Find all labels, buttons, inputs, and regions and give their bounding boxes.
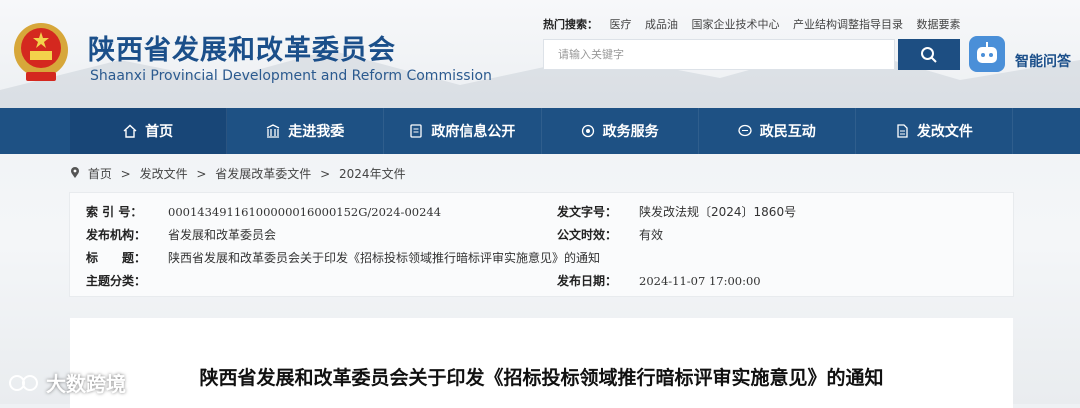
doc-number-label: 发文字号： [557, 205, 618, 219]
site-subtitle: Shaanxi Provincial Development and Refor… [90, 68, 492, 84]
hot-search: 热门搜索： 医疗 成品油 国家企业技术中心 产业结构调整指导目录 数据要素 [543, 16, 971, 32]
document-icon [410, 124, 423, 138]
site-header: 陕西省发展和改革委员会 Shaanxi Provincial Developme… [0, 0, 1080, 108]
hot-search-item[interactable]: 医疗 [610, 18, 632, 31]
assistant-button[interactable] [969, 36, 1005, 72]
publish-date-label: 发布日期： [557, 274, 618, 288]
service-icon [581, 124, 594, 138]
robot-icon [977, 42, 997, 63]
nav-item-documents[interactable]: 发改文件 [856, 108, 1014, 154]
document-body: 陕西省发展和改革委员会关于印发《招标投标领域推行暗标评审实施意见》的通知 [70, 318, 1013, 408]
document-title: 陕西省发展和改革委员会关于印发《招标投标领域推行暗标评审实施意见》的通知 [199, 367, 884, 389]
index-label: 索 引 号： [86, 205, 143, 219]
watermark: 大数跨境 [8, 368, 126, 397]
publish-date-value: 2024-11-07 17:00:00 [639, 274, 761, 288]
location-pin-icon [71, 167, 79, 178]
hot-search-item[interactable]: 国家企业技术中心 [692, 18, 780, 31]
breadcrumb-separator: > [120, 167, 131, 181]
breadcrumb-separator: > [320, 167, 331, 181]
breadcrumb-separator: > [196, 167, 207, 181]
hot-search-item[interactable]: 成品油 [645, 18, 678, 31]
nav-item-label: 政府信息公开 [431, 124, 516, 140]
nav-item-label: 政民互动 [759, 124, 816, 140]
nav-item-interaction[interactable]: 政民互动 [699, 108, 856, 154]
doc-number-value: 陕发改法规〔2024〕1860号 [639, 205, 797, 219]
building-icon [266, 124, 280, 138]
breadcrumb-item[interactable]: 发改文件 [140, 167, 188, 181]
hot-search-item[interactable]: 产业结构调整指导目录 [793, 18, 903, 31]
hot-search-label: 热门搜索： [543, 18, 598, 31]
watermark-text: 大数跨境 [46, 372, 126, 396]
nav-item-label: 发改文件 [916, 124, 973, 140]
hot-search-item[interactable]: 数据要素 [917, 18, 961, 31]
nav-item-about[interactable]: 走进我委 [227, 108, 385, 154]
national-emblem-icon [14, 23, 68, 81]
breadcrumb-item[interactable]: 首页 [88, 167, 112, 181]
validity-label: 公文时效： [557, 228, 618, 242]
nav-item-services[interactable]: 政务服务 [542, 108, 699, 154]
document-info-panel: 索 引 号： 00014349116100000016000152G/2024-… [70, 193, 1013, 296]
nav-item-label: 政务服务 [602, 124, 659, 140]
chat-icon [738, 124, 752, 137]
watermark-logo-icon [9, 374, 38, 391]
nav-item-label: 首页 [145, 124, 174, 140]
search-button[interactable] [898, 39, 960, 70]
index-value: 00014349116100000016000152G/2024-00244 [168, 205, 442, 219]
category-label: 主题分类： [86, 274, 147, 288]
nav-item-label: 走进我委 [288, 124, 345, 140]
main-nav: 首页 走进我委 政府信息公开 政务服务 政民互动 发改文件 [0, 108, 1080, 154]
search-input[interactable]: 请输入关键字 [543, 39, 895, 70]
site-title: 陕西省发展和改革委员会 [88, 35, 396, 66]
title-value: 陕西省发展和改革委员会关于印发《招标投标领域推行暗标评审实施意见》的通知 [168, 251, 601, 265]
assistant-label[interactable]: 智能问答 [1015, 51, 1071, 71]
validity-value: 有效 [639, 228, 664, 242]
nav-item-info-disclosure[interactable]: 政府信息公开 [384, 108, 542, 154]
search-icon [921, 46, 937, 63]
issuer-label: 发布机构： [86, 228, 147, 242]
breadcrumb-item[interactable]: 2024年文件 [339, 167, 406, 181]
breadcrumb: 首页 > 发改文件 > 省发展改革委文件 > 2024年文件 [70, 165, 406, 182]
nav-item-home[interactable]: 首页 [70, 108, 228, 154]
file-icon [897, 124, 908, 138]
home-icon [123, 124, 137, 138]
issuer-value: 省发展和改革委员会 [168, 228, 277, 242]
title-label: 标 题： [86, 251, 147, 265]
breadcrumb-item[interactable]: 省发展改革委文件 [215, 167, 311, 181]
